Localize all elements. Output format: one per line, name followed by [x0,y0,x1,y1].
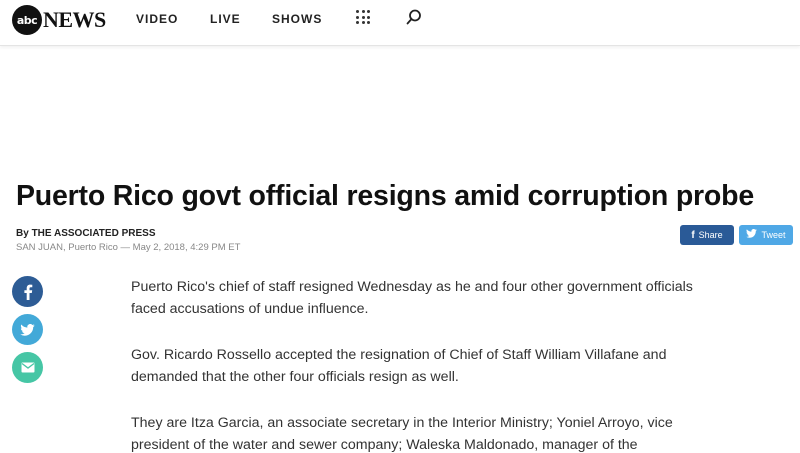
abc-logo-circle: abc [12,5,42,35]
side-twitter-button[interactable] [12,314,43,345]
news-logo-text: NEWS [43,7,106,32]
nav-live-link[interactable]: LIVE [210,12,241,26]
abc-news-logo[interactable]: abc NEWS [12,5,106,35]
side-email-button[interactable] [12,352,43,383]
facebook-icon [23,284,32,300]
facebook-icon: f [691,229,695,241]
facebook-share-label: Share [698,230,723,240]
grid-menu-icon[interactable] [356,10,370,24]
byline-author[interactable]: THE ASSOCIATED PRESS [32,228,156,239]
article-paragraph: Puerto Rico's chief of staff resigned We… [131,279,693,317]
article-paragraph: They are Itza Garcia, an associate secre… [131,415,673,453]
search-icon[interactable] [405,8,423,26]
nav-shows-link[interactable]: SHOWS [272,12,322,26]
byline: By THE ASSOCIATED PRESS [16,228,155,239]
twitter-bird-icon [20,323,35,336]
twitter-bird-icon [746,228,758,241]
top-navigation-bar: abc NEWS VIDEO LIVE SHOWS [0,0,800,46]
article-headline: Puerto Rico govt official resigns amid c… [16,180,755,212]
side-facebook-button[interactable] [12,276,43,307]
email-icon [21,362,34,373]
nav-video-link[interactable]: VIDEO [136,12,178,26]
facebook-share-button[interactable]: f Share [680,225,734,245]
byline-prefix: By [16,228,29,239]
article-paragraph: Gov. Ricardo Rossello accepted the resig… [131,347,667,385]
twitter-share-button[interactable]: Tweet [739,225,793,245]
article-dateline: SAN JUAN, Puerto Rico — May 2, 2018, 4:2… [16,242,241,253]
twitter-share-label: Tweet [761,230,786,240]
